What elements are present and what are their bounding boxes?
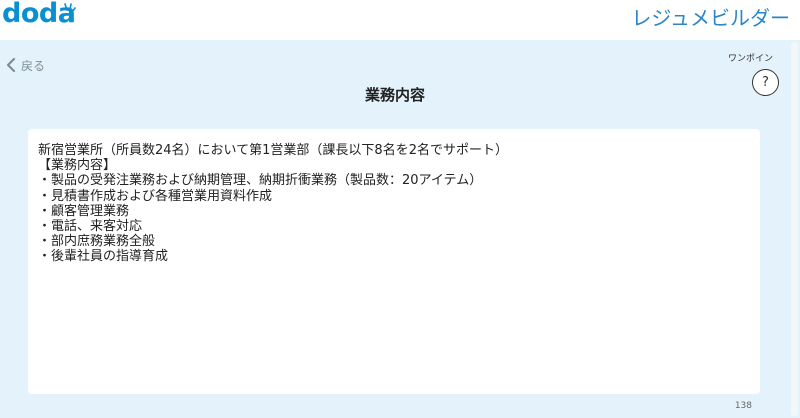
back-button[interactable]: 戻る [5, 55, 45, 75]
one-point-label: ワンポイン [728, 54, 774, 64]
scrollbar-thumb[interactable] [791, 42, 798, 416]
job-description-textarea[interactable]: 新宿営業所（所員数24名）において第1営業部（課長以下8名を2名でサポート） 【… [28, 129, 760, 394]
page-scrollbar[interactable] [789, 40, 800, 418]
page-title: 業務内容 [364, 86, 425, 104]
resume-builder-title: レジュメビルダー [631, 6, 790, 30]
top-bar: doda レジュメビルダー [0, 0, 800, 40]
main-panel: 戻る ワンポイン ? 業務内容 新宿営業所（所員数24名）において第1営業部（課… [0, 40, 800, 418]
chevron-left-icon [6, 57, 16, 73]
char-count: 138 [734, 401, 752, 411]
logo-spark-icon [64, 3, 76, 13]
back-label: 戻る [21, 58, 46, 73]
